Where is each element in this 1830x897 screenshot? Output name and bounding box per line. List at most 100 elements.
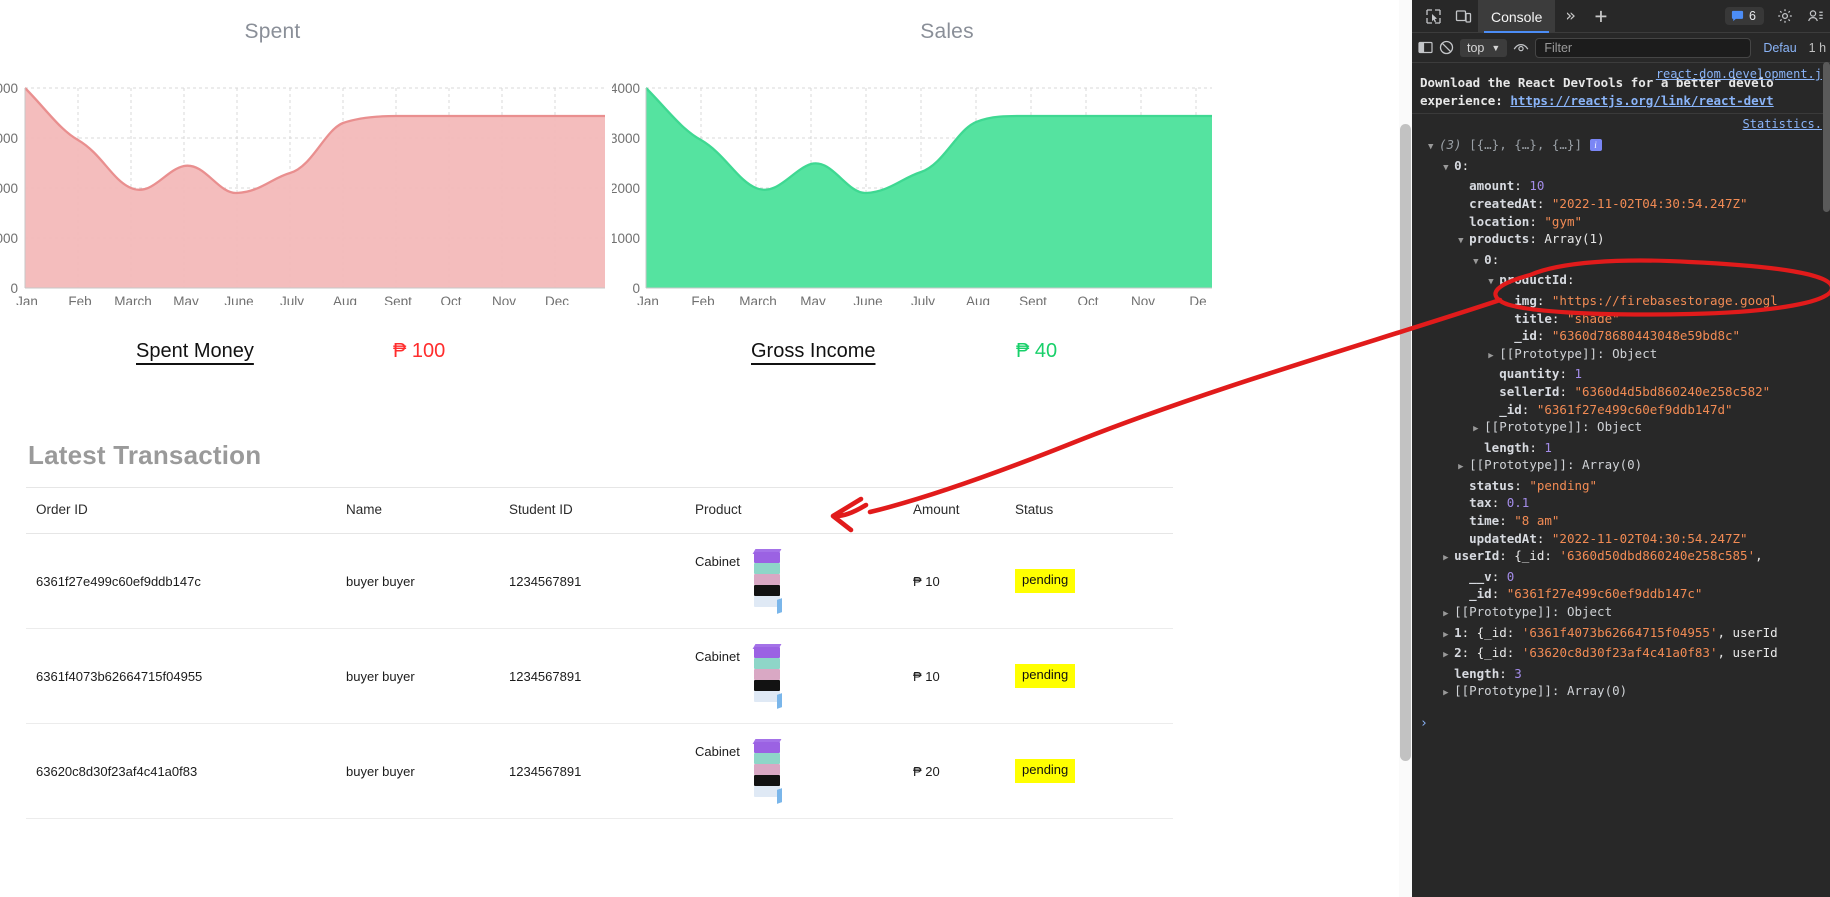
clear-console-icon[interactable] — [1439, 35, 1454, 61]
column-header-name[interactable]: Name — [346, 487, 509, 534]
status-badge[interactable]: pending — [1015, 664, 1076, 688]
more-options-icon[interactable] — [1800, 3, 1830, 29]
column-header-amount[interactable]: Amount — [913, 487, 1015, 534]
console-tree-line[interactable]: amount: 10 — [1428, 177, 1814, 195]
console-tree-line-content: updatedAt: "2022-11-02T04:30:54.247Z" — [1469, 530, 1748, 546]
expand-triangle-closed-icon[interactable] — [1443, 550, 1454, 568]
page-scrollbar-track[interactable] — [1399, 0, 1412, 897]
console-tree-line[interactable]: time: "8 am" — [1428, 512, 1814, 530]
spent-chart-plot: 4000 3000 2000 1000 0 Jan Feb March May … — [0, 50, 605, 310]
sales-xtick-feb: Feb — [691, 294, 714, 305]
console-tree-line[interactable]: location: "gym" — [1428, 213, 1814, 231]
table-row[interactable]: 6361f27e499c60ef9ddb147c buyer buyer 123… — [26, 533, 1173, 629]
console-tree-line-content: [[Prototype]]: Array(0) — [1454, 683, 1628, 699]
execution-context-select[interactable]: top ▼ — [1460, 38, 1508, 57]
cell-status: pending — [1015, 723, 1173, 819]
expand-triangle-open-icon[interactable] — [1488, 274, 1499, 292]
console-tree-line-content: tax: 0.1 — [1469, 495, 1530, 511]
console-tree-line-content: [[Prototype]]: Object — [1484, 419, 1643, 435]
expand-triangle-open-icon[interactable] — [1473, 254, 1484, 272]
stats-row: Spent Money ₱ 100 Gross Income ₱ 40 — [0, 340, 1412, 420]
console-tree-line[interactable]: status: "pending" — [1428, 477, 1814, 495]
sales-xtick-nov: Nov — [1131, 294, 1155, 305]
table-row[interactable]: 63620c8d30f23af4c41a0f83 buyer buyer 123… — [26, 723, 1173, 819]
console-tree-line[interactable]: products: Array(1) — [1428, 230, 1814, 251]
console-tree-line[interactable]: title: "shade" — [1428, 310, 1814, 328]
console-tree-line[interactable]: productId: — [1428, 271, 1814, 292]
console-tree-line[interactable]: quantity: 1 — [1428, 365, 1814, 383]
console-tree-line[interactable]: length: 3 — [1428, 665, 1814, 683]
console-tree-line[interactable]: _id: "6360d78680443048e59bd8c" — [1428, 327, 1814, 345]
react-devtools-link[interactable]: https://reactjs.org/link/react-devt — [1510, 93, 1773, 108]
console-tree-line[interactable]: _id: "6361f27e499c60ef9ddb147c" — [1428, 585, 1814, 603]
console-prompt[interactable]: › — [1412, 711, 1830, 737]
console-prompt-caret: › — [1420, 716, 1428, 731]
column-header-student-id[interactable]: Student ID — [509, 487, 695, 534]
column-header-status[interactable]: Status — [1015, 487, 1173, 534]
expand-triangle-closed-icon[interactable] — [1443, 627, 1454, 645]
spent-xtick-march: March — [114, 294, 152, 305]
console-tree-line[interactable]: [[Prototype]]: Array(0) — [1428, 456, 1814, 477]
console-message-object-dump[interactable]: Statistics. (3) [{…}, {…}, {…}] i 0: amo… — [1412, 114, 1830, 711]
expand-triangle-closed-icon[interactable] — [1443, 606, 1454, 624]
console-tree-line-content: amount: 10 — [1469, 178, 1545, 194]
gross-income-label: Gross Income — [751, 340, 876, 362]
issues-counter-button[interactable]: 6 — [1725, 7, 1764, 25]
tab-console[interactable]: Console — [1478, 0, 1556, 33]
expand-triangle-open-icon[interactable] — [1443, 160, 1454, 178]
live-expression-icon[interactable] — [1513, 35, 1529, 61]
gear-icon[interactable] — [1770, 3, 1800, 29]
console-tree-line[interactable]: tax: 0.1 — [1428, 494, 1814, 512]
device-toolbar-icon[interactable] — [1448, 3, 1478, 29]
console-tree-line[interactable]: [[Prototype]]: Object — [1428, 603, 1814, 624]
expand-triangle-closed-icon[interactable] — [1488, 348, 1499, 366]
log-level-select[interactable]: Defau — [1763, 41, 1796, 55]
product-cell-inner: Cabinet — [695, 644, 913, 709]
console-message-react-devtools[interactable]: react-dom.development.j Download the Rea… — [1412, 63, 1830, 115]
console-tree-line[interactable]: _id: "6361f27e499c60ef9ddb147d" — [1428, 401, 1814, 419]
cell-student-id: 1234567891 — [509, 723, 695, 819]
show-console-sidebar-icon[interactable] — [1418, 35, 1433, 61]
expand-triangle-closed-icon[interactable] — [1443, 685, 1454, 703]
console-tree-line[interactable]: createdAt: "2022-11-02T04:30:54.247Z" — [1428, 195, 1814, 213]
console-filter-input[interactable]: Filter — [1535, 37, 1752, 58]
console-tree-line[interactable]: [[Prototype]]: Array(0) — [1428, 682, 1814, 703]
devtools-scrollbar-thumb[interactable] — [1823, 62, 1830, 212]
source-link-react-dom[interactable]: react-dom.development.j — [1656, 66, 1822, 84]
status-badge[interactable]: pending — [1015, 759, 1076, 783]
devtools-console-filterbar: top ▼ Filter Defau 1 h — [1412, 33, 1830, 63]
table-row[interactable]: 6361f4073b62664715f04955 buyer buyer 123… — [26, 628, 1173, 724]
spent-xtick-dec: Dec — [545, 294, 569, 305]
console-tree-line[interactable]: 0: — [1428, 251, 1814, 272]
console-tree-line[interactable]: (3) [{…}, {…}, {…}] i — [1428, 136, 1814, 157]
chevron-down-icon: ▼ — [1491, 42, 1501, 53]
console-tree-line[interactable]: 0: — [1428, 157, 1814, 178]
console-tree-line[interactable]: userId: {_id: '6360d50dbd860240e258c585'… — [1428, 547, 1814, 568]
expand-triangle-closed-icon[interactable] — [1443, 647, 1454, 665]
page-scrollbar-thumb[interactable] — [1400, 124, 1411, 761]
console-tree-line[interactable]: 2: {_id: '63620c8d30f23af4c41a0f83', use… — [1428, 644, 1814, 665]
console-tree-line[interactable]: [[Prototype]]: Object — [1428, 418, 1814, 439]
console-tree-line[interactable]: updatedAt: "2022-11-02T04:30:54.247Z" — [1428, 530, 1814, 548]
inspect-element-icon[interactable] — [1418, 3, 1448, 29]
spent-ytick-2000: 2000 — [0, 181, 18, 196]
expand-triangle-closed-icon[interactable] — [1458, 459, 1469, 477]
console-tree-line[interactable]: [[Prototype]]: Object — [1428, 345, 1814, 366]
console-tree-line[interactable]: __v: 0 — [1428, 568, 1814, 586]
console-tree-line[interactable]: sellerId: "6360d4d5bd860240e258c582" — [1428, 383, 1814, 401]
column-header-order-id[interactable]: Order ID — [26, 487, 346, 534]
expand-triangle-open-icon[interactable] — [1458, 233, 1469, 251]
transactions-table-head: Order ID Name Student ID Product Amount … — [26, 487, 1173, 534]
console-tree-line[interactable]: 1: {_id: '6361f4073b62664715f04955', use… — [1428, 624, 1814, 645]
console-tree-line-content: time: "8 am" — [1469, 513, 1560, 529]
new-tab-plus-icon[interactable]: + — [1586, 5, 1617, 27]
column-header-product[interactable]: Product — [695, 487, 913, 534]
console-tree-line[interactable]: length: 1 — [1428, 439, 1814, 457]
more-tabs-icon[interactable]: » — [1555, 6, 1585, 26]
console-tree-line[interactable]: img: "https://firebasestorage.googl — [1428, 292, 1814, 310]
charts-row: Spent 00 00 00 00 0 Jan Feb March May Ju… — [0, 0, 1412, 330]
expand-triangle-open-icon[interactable] — [1428, 139, 1439, 157]
expand-triangle-closed-icon[interactable] — [1473, 421, 1484, 439]
spent-money-value-wrap: ₱ 100 — [393, 340, 445, 363]
status-badge[interactable]: pending — [1015, 569, 1076, 593]
